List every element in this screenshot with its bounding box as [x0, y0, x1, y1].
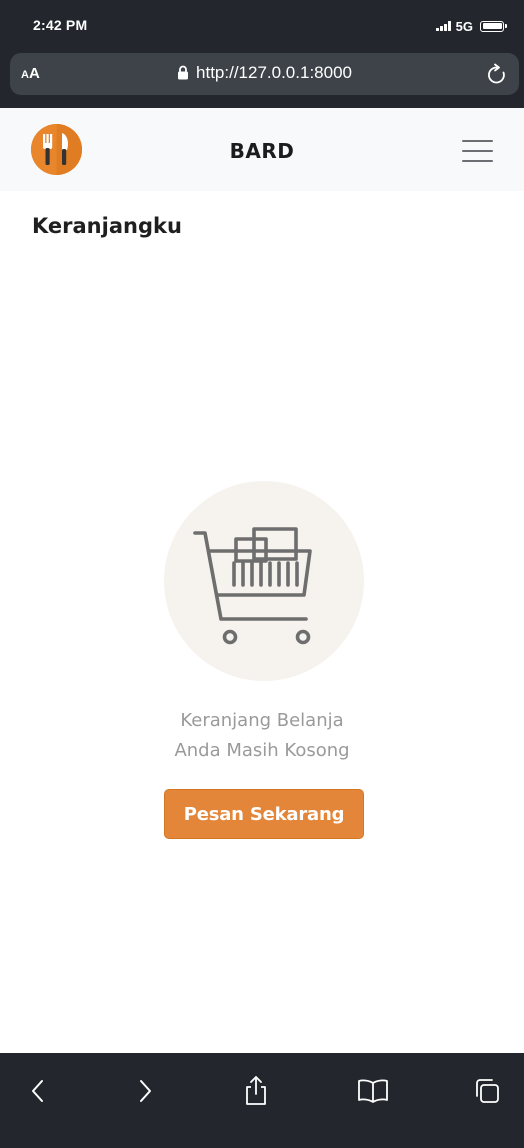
order-now-button[interactable]: Pesan Sekarang [164, 789, 364, 839]
tabs-icon[interactable] [467, 1071, 507, 1111]
status-indicators: 5G [436, 18, 507, 34]
signal-icon [436, 21, 451, 31]
hamburger-menu-icon[interactable] [456, 137, 496, 165]
shopping-cart-icon [193, 527, 312, 645]
url-text: http://127.0.0.1:8000 [196, 63, 352, 82]
empty-cart-message: Keranjang Belanja Anda Masih Kosong [0, 706, 524, 766]
reload-icon[interactable] [485, 63, 509, 92]
url-display[interactable]: http://127.0.0.1:8000 [10, 63, 519, 85]
battery-icon [480, 20, 507, 32]
empty-cart-illustration [164, 481, 364, 681]
share-icon[interactable] [236, 1071, 276, 1111]
network-label: 5G [455, 18, 473, 34]
chevron-right-icon[interactable] [125, 1071, 165, 1111]
empty-message-line1: Keranjang Belanja [180, 710, 344, 731]
phone-screen: 2:42 PM 5G AA http://127.0.0.1:8000 BARD… [0, 0, 524, 1148]
lock-icon [177, 65, 189, 85]
status-time: 2:42 PM [33, 17, 88, 33]
page-title: Keranjangku [32, 214, 182, 238]
browser-bottom-toolbar [0, 1053, 524, 1148]
empty-message-line2: Anda Masih Kosong [174, 740, 350, 761]
browser-address-area: AA http://127.0.0.1:8000 [0, 52, 524, 108]
chevron-left-icon[interactable] [18, 1071, 58, 1111]
brand-name[interactable]: BARD [0, 139, 524, 163]
book-icon[interactable] [353, 1071, 393, 1111]
site-navbar: BARD [0, 108, 524, 191]
status-bar: 2:42 PM 5G [0, 0, 524, 52]
address-bar[interactable]: AA http://127.0.0.1:8000 [10, 53, 519, 95]
